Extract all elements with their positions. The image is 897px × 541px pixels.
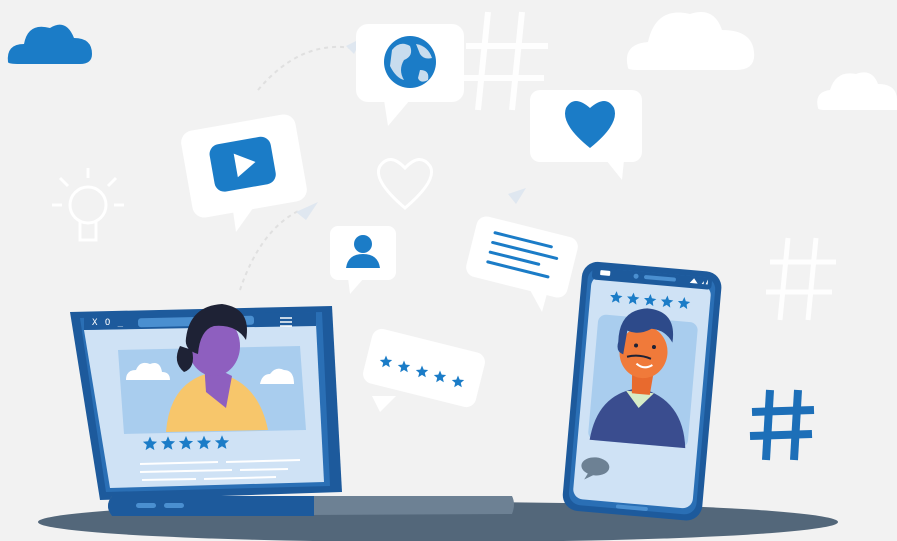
heart-bubble <box>530 90 642 180</box>
paper-plane-icon <box>508 188 526 204</box>
hashtag-icon <box>766 237 836 321</box>
window-controls-label: X O _ <box>92 318 125 328</box>
paper-plane-icon <box>296 202 318 220</box>
battery-icon <box>600 270 611 276</box>
review-bubble <box>363 328 485 412</box>
laptop <box>70 304 514 516</box>
globe-icon <box>384 36 436 88</box>
cloud-icon <box>7 24 92 65</box>
heart-outline-icon <box>377 158 433 210</box>
dashed-path <box>239 209 301 291</box>
phone <box>562 261 722 521</box>
globe-bubble <box>356 24 464 126</box>
text-bubble <box>466 216 578 312</box>
dashed-path <box>257 46 353 91</box>
user-bubble <box>330 226 396 294</box>
cloud-icon <box>817 72 897 110</box>
cloud-icon <box>626 12 755 70</box>
laptop-port <box>136 503 156 508</box>
hashtag-icon <box>749 389 815 461</box>
laptop-port <box>164 503 184 508</box>
video-bubble <box>181 114 307 232</box>
social-media-scene <box>7 11 897 541</box>
lightbulb-icon <box>52 168 124 242</box>
